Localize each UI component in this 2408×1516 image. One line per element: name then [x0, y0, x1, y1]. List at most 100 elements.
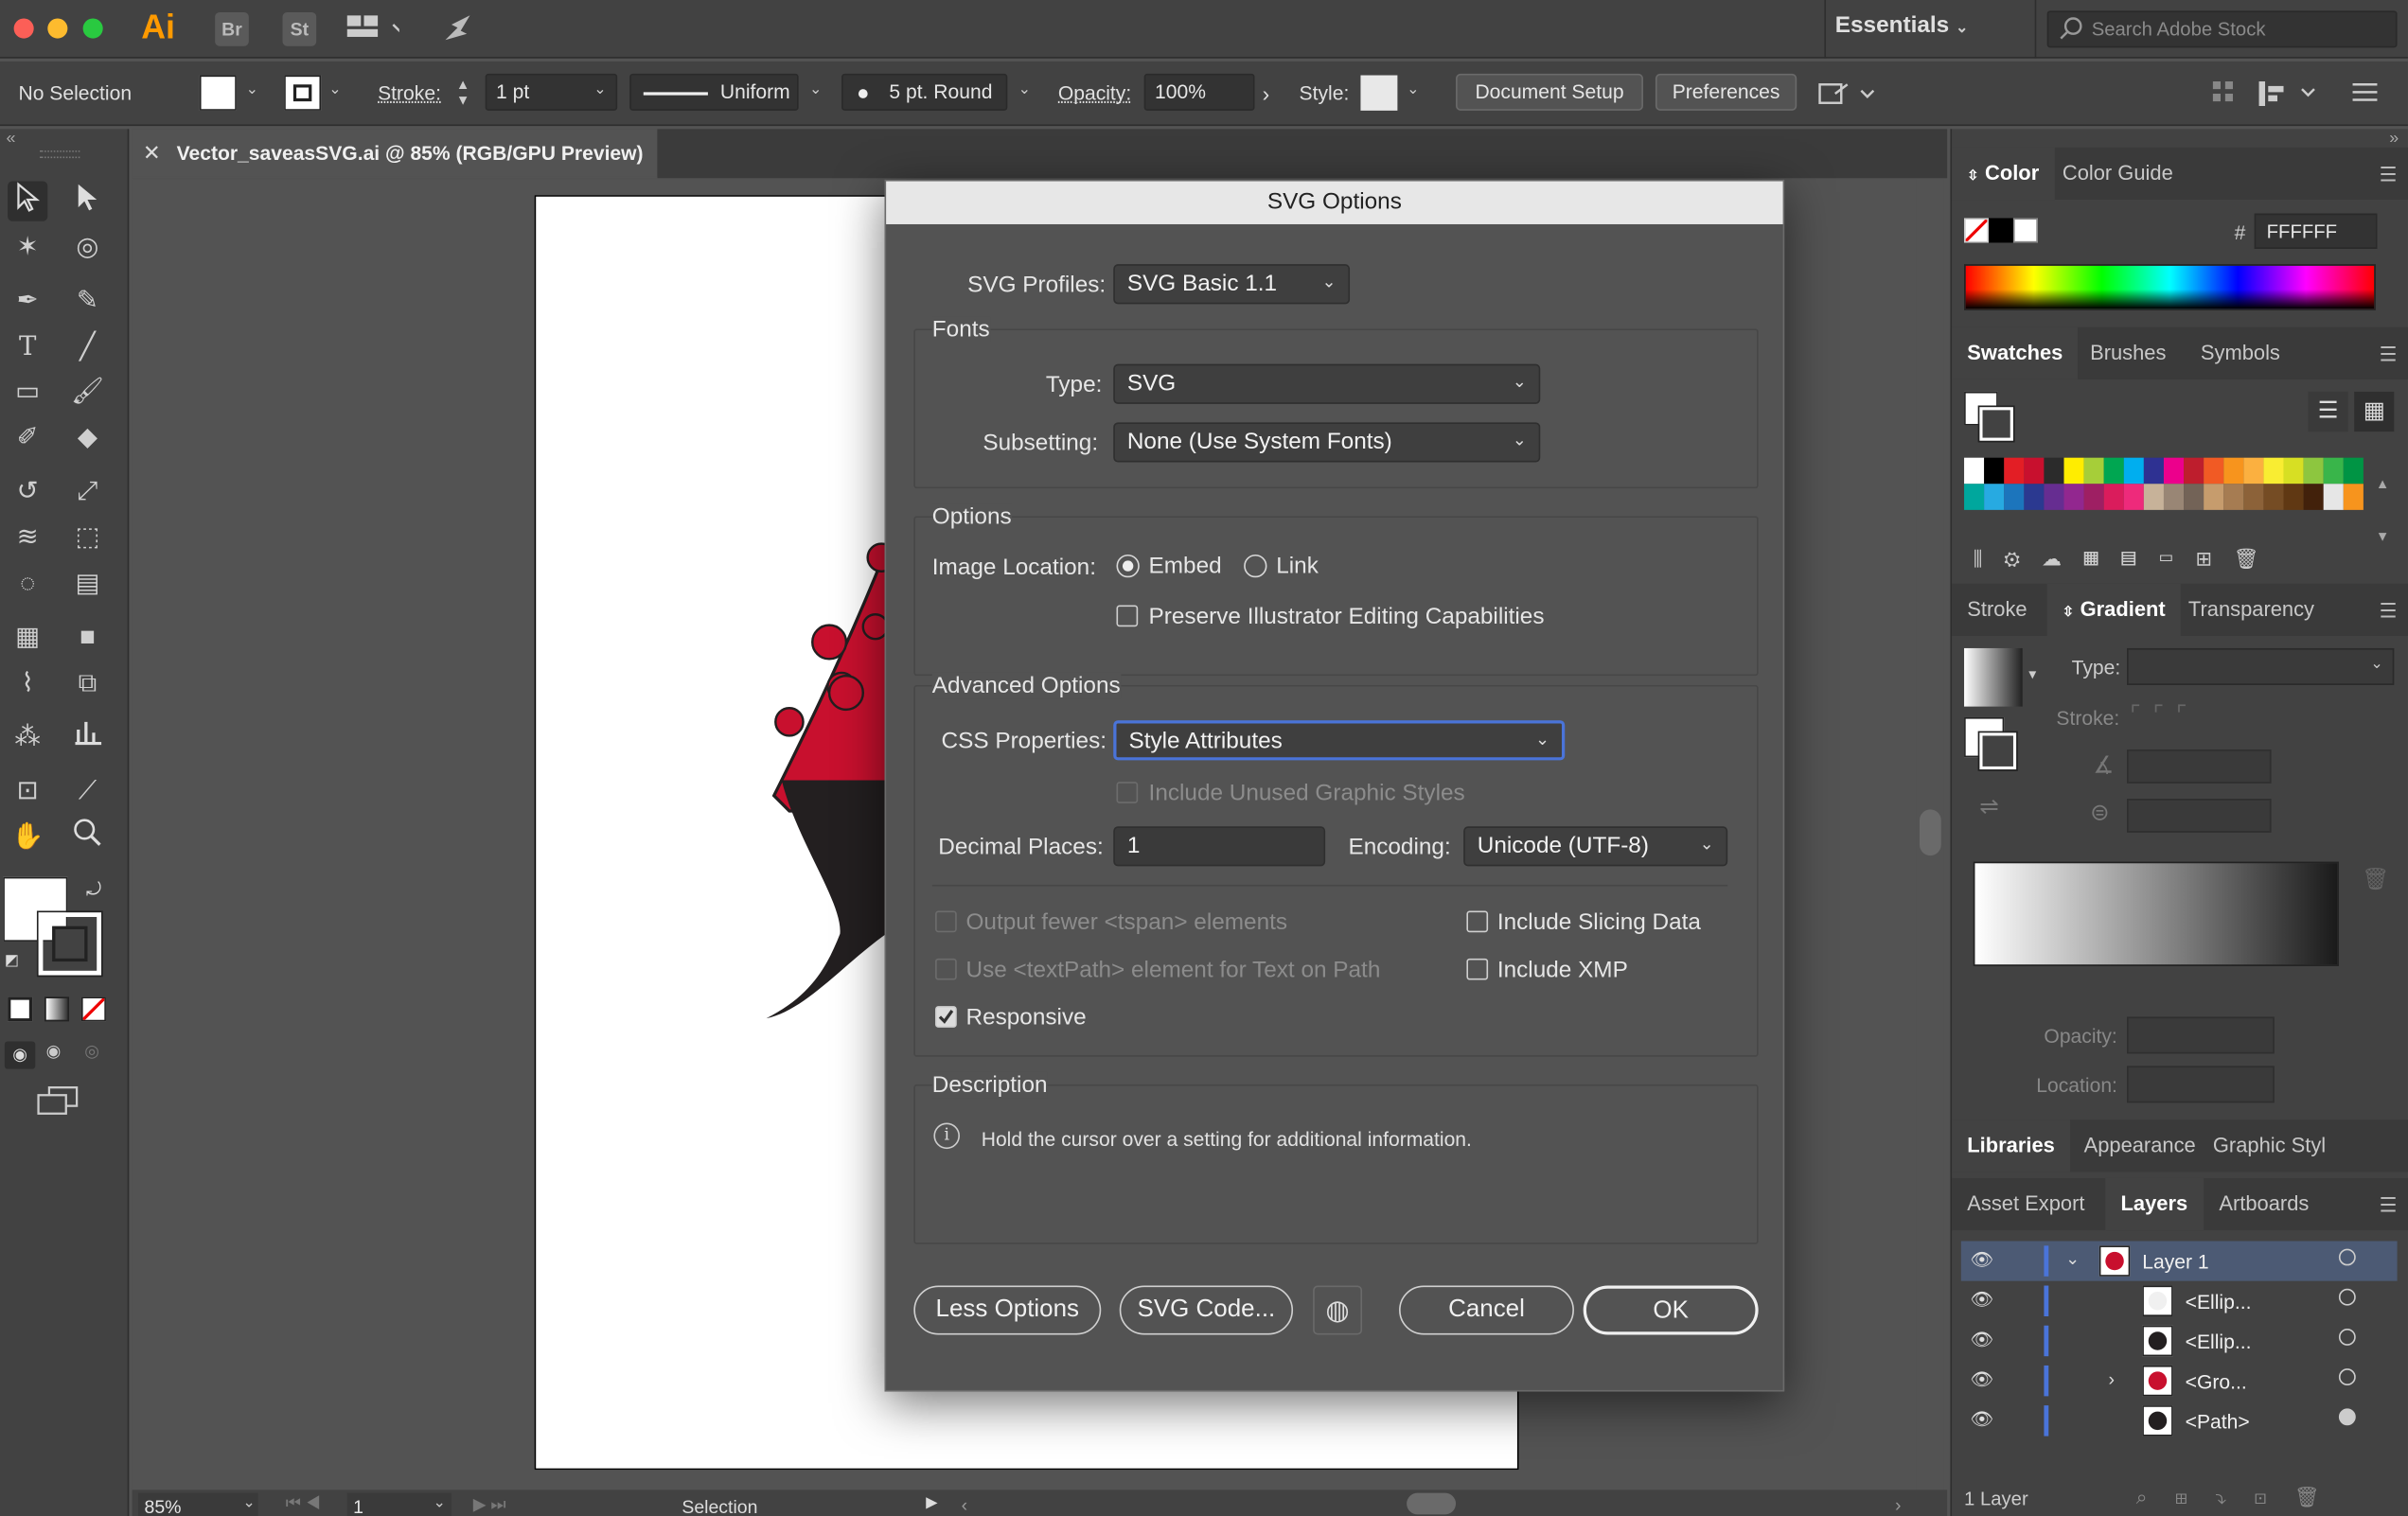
white-swatch[interactable] — [2012, 218, 2038, 243]
target-circle-icon[interactable] — [2338, 1248, 2356, 1266]
output-fewer-tspan-checkbox[interactable] — [935, 910, 957, 933]
color-swatch[interactable] — [2323, 457, 2344, 485]
color-swatch[interactable] — [2163, 484, 2185, 510]
chevron-down-icon[interactable]: ⌄ — [246, 81, 259, 98]
none-mode-icon[interactable] — [80, 996, 106, 1022]
color-swatch[interactable] — [2123, 484, 2144, 510]
workspace-switcher[interactable]: Essentials ⌄ — [1835, 12, 1969, 39]
hand-tool-icon[interactable]: ✋ — [8, 817, 47, 856]
color-swatch[interactable] — [2263, 457, 2284, 485]
panel-menu-icon[interactable]: ☰ — [2380, 163, 2398, 187]
width-tool-icon[interactable]: ≋ — [8, 518, 47, 557]
panel-menu-icon[interactable]: ☰ — [2380, 599, 2398, 624]
color-swatch[interactable] — [2223, 457, 2244, 485]
swatch-footer-icons[interactable]: ⫼⚙☁▦▤▭⊞🗑 — [1974, 547, 2281, 572]
document-tab[interactable]: ✕ Vector_saveasSVG.ai @ 85% (RGB/GPU Pre… — [132, 129, 658, 179]
color-swatch[interactable] — [2024, 484, 2045, 510]
first-artboard-icon[interactable]: ⏮ ◀ — [286, 1494, 321, 1514]
blend-tool-icon[interactable]: ⧉ — [67, 663, 107, 703]
gradient-stroke-indicator[interactable] — [1977, 731, 2018, 771]
unused-styles-checkbox[interactable] — [1116, 782, 1139, 803]
tab-swatches[interactable]: Swatches — [1952, 326, 2079, 379]
tab-symbols[interactable]: Symbols — [2186, 327, 2295, 379]
draw-behind-icon[interactable]: ◉ — [46, 1041, 62, 1061]
color-swatch[interactable] — [2184, 457, 2204, 485]
pen-tool-icon[interactable]: ✒ — [8, 281, 47, 321]
shape-builder-tool-icon[interactable]: ◌ — [8, 564, 47, 604]
shaper-tool-icon[interactable]: ✐ — [8, 417, 47, 457]
color-swatch[interactable] — [2163, 457, 2185, 485]
layers-footer-icons[interactable]: ⌕⊞⤵⊡🗑 — [2136, 1486, 2347, 1510]
stroke-label[interactable]: Stroke: — [378, 81, 441, 104]
color-swatch[interactable] — [2283, 457, 2304, 485]
grid-view-icon[interactable]: ▦ — [2354, 391, 2395, 432]
color-swatch[interactable] — [2243, 484, 2264, 510]
tab-brushes[interactable]: Brushes — [2075, 327, 2182, 379]
reverse-gradient-icon[interactable]: ⇌ — [1979, 793, 1998, 820]
color-swatch[interactable] — [2083, 457, 2104, 485]
close-tab-icon[interactable]: ✕ — [143, 140, 161, 167]
chevron-right-icon[interactable]: › — [2109, 1368, 2115, 1390]
color-mode-icon[interactable] — [8, 996, 33, 1022]
tab-color[interactable]: ⇳ Color — [1952, 147, 2055, 201]
panel-menu-icon[interactable] — [2352, 81, 2378, 108]
none-color-icon[interactable] — [1964, 218, 1990, 243]
chevron-down-icon[interactable]: ▾ — [2028, 666, 2036, 683]
bridge-icon[interactable]: Br — [215, 11, 249, 46]
color-swatch[interactable] — [2263, 484, 2284, 510]
gradient-mode-icon[interactable] — [44, 996, 70, 1022]
swatch-stroke-indicator[interactable] — [1977, 405, 2015, 443]
color-swatch[interactable] — [2103, 457, 2124, 485]
gradient-tool-icon[interactable]: ■ — [67, 617, 107, 657]
color-swatch[interactable] — [2343, 484, 2364, 510]
stroke-stepper[interactable]: ▲ ▼ — [456, 77, 469, 107]
draw-normal-icon[interactable]: ◉ — [4, 1041, 36, 1069]
opacity-label[interactable]: Opacity: — [1058, 81, 1131, 104]
tab-libraries[interactable]: Libraries — [1952, 1119, 2071, 1172]
selection-tool-icon[interactable] — [8, 181, 48, 221]
cancel-button[interactable]: Cancel — [1399, 1285, 1574, 1335]
opacity-field[interactable]: 100% — [1143, 73, 1255, 111]
draw-inside-icon[interactable]: ◎ — [84, 1041, 99, 1061]
symbol-sprayer-tool-icon[interactable]: ⁂ — [8, 717, 47, 757]
preferences-button[interactable]: Preferences — [1655, 73, 1797, 111]
decimal-places-input[interactable]: 1 — [1113, 826, 1326, 867]
tab-layers[interactable]: Layers — [2105, 1177, 2204, 1231]
vertical-scrollbar[interactable] — [1920, 179, 1944, 1490]
color-swatch[interactable] — [2083, 484, 2104, 510]
color-swatch[interactable] — [2303, 484, 2324, 510]
collapse-panels-icon[interactable]: » — [2389, 129, 2399, 147]
textpath-checkbox[interactable] — [935, 958, 957, 980]
horizontal-scrollbar-thumb[interactable] — [1407, 1492, 1457, 1515]
zoom-level-field[interactable]: 85% ⌄ — [138, 1492, 258, 1516]
visibility-eye-icon[interactable]: 👁 — [1971, 1408, 1994, 1430]
chevron-down-icon[interactable]: ⌄ — [2065, 1249, 2080, 1268]
isolate-object-icon[interactable] — [1816, 79, 1878, 114]
gradient-thumbnail[interactable] — [1964, 647, 2023, 707]
eyedropper-tool-icon[interactable]: ⌇ — [8, 663, 47, 703]
target-circle-icon[interactable] — [2338, 1328, 2356, 1346]
swatch-scroll-icon[interactable]: ▲ ▼ — [2376, 458, 2389, 562]
target-circle-icon[interactable] — [2338, 1408, 2356, 1426]
color-swatch[interactable] — [2143, 484, 2164, 510]
chevron-down-icon[interactable]: ⌄ — [1018, 81, 1032, 98]
color-swatch[interactable] — [2143, 457, 2164, 485]
target-circle-icon[interactable] — [2338, 1368, 2356, 1386]
color-swatch[interactable] — [2283, 484, 2304, 510]
layer-row[interactable]: 👁 <Ellip... — [1961, 1321, 2398, 1361]
line-segment-tool-icon[interactable]: ╱ — [67, 327, 107, 367]
color-spectrum[interactable] — [1964, 264, 2376, 310]
color-swatch[interactable] — [2063, 457, 2084, 485]
scroll-left-icon[interactable]: ‹ — [962, 1494, 967, 1516]
close-window-icon[interactable] — [13, 18, 34, 39]
paintbrush-tool-icon[interactable]: 🖌 — [67, 372, 107, 412]
color-swatch[interactable] — [2243, 457, 2264, 485]
color-swatch[interactable] — [2204, 484, 2224, 510]
free-transform-tool-icon[interactable]: ⬚ — [67, 518, 107, 557]
scrollbar-thumb[interactable] — [1920, 809, 1941, 856]
web-preview-globe-icon[interactable]: ◍ — [1313, 1285, 1363, 1335]
hex-input[interactable]: FFFFFF — [2254, 213, 2378, 249]
tab-gradient[interactable]: ⇳ Gradient — [2046, 583, 2181, 636]
tab-appearance[interactable]: Appearance — [2068, 1119, 2211, 1172]
type-tool-icon[interactable]: T — [8, 327, 47, 367]
